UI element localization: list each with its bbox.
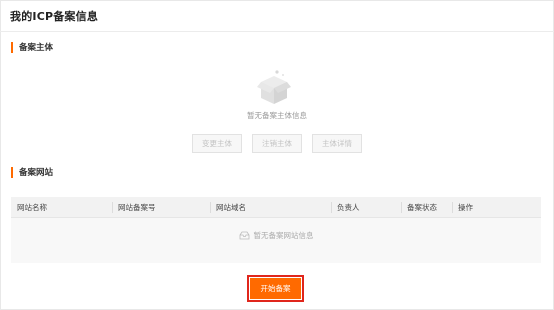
- column-divider: [331, 202, 332, 213]
- empty-box-icon: [257, 70, 291, 104]
- subject-empty-text: 暂无备案主体信息: [247, 111, 307, 120]
- website-section-title: 备案网站: [19, 168, 54, 178]
- table-header: 网站名称 网站备案号 网站域名 负责人 备案状态 操作: [11, 197, 541, 218]
- subject-button-row: 变更主体 注销主体 主体详情: [0, 134, 554, 153]
- column-header-site-name: 网站名称: [17, 203, 47, 212]
- column-divider: [112, 202, 113, 213]
- page-title: 我的ICP备案信息: [10, 10, 99, 23]
- column-header-domain: 网站域名: [216, 203, 246, 212]
- column-divider: [210, 202, 211, 213]
- page-header: 我的ICP备案信息: [0, 0, 554, 32]
- website-section-header: 备案网站: [11, 166, 53, 178]
- column-header-actions: 操作: [458, 203, 473, 212]
- column-header-status: 备案状态: [407, 203, 437, 212]
- website-empty-text: 暂无备案网站信息: [253, 231, 314, 240]
- section-accent-bar: [11, 41, 13, 53]
- empty-tray-icon: [239, 231, 249, 240]
- page-frame: [0, 0, 554, 310]
- column-divider: [401, 202, 402, 213]
- change-subject-button[interactable]: 变更主体: [192, 134, 242, 153]
- start-filing-button[interactable]: 开始备案: [250, 278, 301, 299]
- subject-details-button[interactable]: 主体详情: [312, 134, 362, 153]
- column-header-record-number: 网站备案号: [118, 203, 156, 212]
- website-table: 网站名称 网站备案号 网站域名 负责人 备案状态 操作 暂无备案网站信息: [11, 197, 541, 263]
- column-divider: [452, 202, 453, 213]
- section-accent-bar: [11, 166, 13, 178]
- cancel-subject-button[interactable]: 注销主体: [252, 134, 302, 153]
- subject-section-title: 备案主体: [19, 43, 54, 53]
- subject-section-header: 备案主体: [11, 41, 53, 53]
- column-header-owner: 负责人: [337, 203, 360, 212]
- table-empty-body: 暂无备案网站信息: [11, 218, 541, 263]
